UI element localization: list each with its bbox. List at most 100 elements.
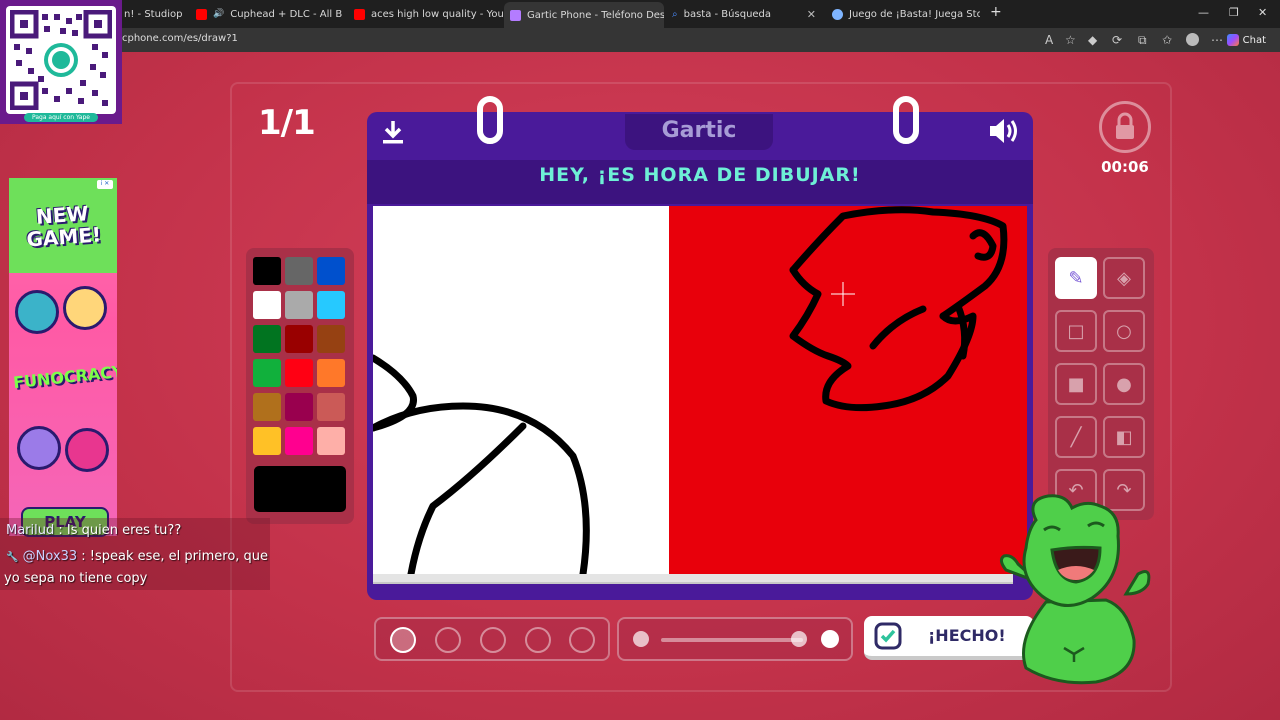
browser-tab-active[interactable]: Gartic Phone - Teléfono Descomp ✕	[504, 2, 664, 28]
color-swatch[interactable]	[317, 257, 345, 285]
browser-tabbar: n! - Studiopc ✕ 🔊 Cuphead + DLC - All Bo…	[0, 0, 1280, 28]
new-tab-icon[interactable]: +	[990, 4, 1002, 20]
tab-label: aces high low quality - YouTube	[371, 8, 503, 20]
chat-username: @Nox33	[22, 549, 78, 564]
circle-filled-icon[interactable]: ●	[1103, 363, 1145, 405]
red-fill-area	[669, 206, 1027, 574]
chat-text: Is quien eres tu??	[66, 523, 182, 538]
drawing-canvas[interactable]	[373, 206, 1027, 574]
frog-mascot	[999, 494, 1151, 685]
search-icon: ⌕	[672, 8, 678, 20]
chat-username: Marilud	[6, 523, 55, 538]
circle-outline-icon[interactable]: ○	[1103, 310, 1145, 352]
favorites-icon[interactable]: ✩	[1162, 33, 1172, 47]
ad-brand: FUNOCRACY	[12, 361, 117, 393]
chat-text: !speak ese, el primero, que	[89, 549, 269, 564]
split-screen-icon[interactable]: ⧉	[1138, 33, 1147, 48]
browser-tab[interactable]: n! - Studiopc ✕	[118, 4, 182, 24]
close-icon[interactable]: ✕	[807, 8, 816, 21]
opacity-handle[interactable]	[791, 631, 807, 647]
brush-size-2[interactable]	[435, 627, 461, 653]
color-palette	[246, 248, 354, 524]
url-field[interactable]: cphone.com/es/draw?1	[122, 33, 238, 44]
pencil-icon[interactable]: ✎	[1055, 257, 1097, 299]
speaker-icon[interactable]	[987, 116, 1021, 150]
browser-tab[interactable]: Juego de ¡Basta! Juega Stop, Tutti ✕	[826, 4, 980, 24]
color-swatch[interactable]	[253, 257, 281, 285]
browser-tab[interactable]: aces high low quality - YouTube ✕	[348, 4, 503, 24]
qr-overlay: Paga aquí con Yape	[0, 0, 122, 124]
gartic-logo: Gartic	[625, 114, 773, 150]
favorite-star-icon[interactable]: ☆	[1065, 33, 1076, 47]
color-swatch[interactable]	[253, 427, 281, 455]
line-icon[interactable]: ╱	[1055, 416, 1097, 458]
color-swatch[interactable]	[285, 393, 313, 421]
notebook-ring	[477, 96, 503, 144]
youtube-icon	[354, 8, 365, 20]
youtube-icon	[196, 8, 207, 20]
close-window-icon[interactable]: ✕	[1258, 6, 1267, 19]
copilot-chat-button[interactable]: Chat	[1221, 31, 1272, 49]
address-bar: cphone.com/es/draw?1 A ☆ ◆ ⟳ ⧉ ✩ ⋯ Chat	[0, 28, 1280, 52]
download-icon[interactable]	[379, 118, 407, 150]
color-swatch[interactable]	[317, 427, 345, 455]
color-swatch[interactable]	[285, 359, 313, 387]
brush-size-4[interactable]	[525, 627, 551, 653]
color-swatch[interactable]	[253, 325, 281, 353]
chat-message: Marilud : Is quien eres tu??	[6, 523, 182, 538]
color-swatch[interactable]	[285, 291, 313, 319]
qr-code	[10, 10, 112, 110]
rect-outline-icon[interactable]: □	[1055, 310, 1097, 352]
selected-color-preview	[254, 466, 346, 512]
tool-panel: ✎ ◈ □ ○ ■ ● ╱ ◧ ↶ ↷	[1048, 248, 1154, 520]
notebook-ring	[893, 96, 919, 144]
brush-size-5[interactable]	[569, 627, 595, 653]
color-swatch[interactable]	[317, 359, 345, 387]
angry-character-icon	[65, 428, 109, 472]
notebook-header: Gartic HEY, ¡ES HORA DE DIBUJAR!	[367, 96, 1033, 204]
speaker-icon: 🔊	[213, 9, 225, 19]
notebook-body	[367, 204, 1033, 600]
opacity-min-icon	[633, 631, 649, 647]
color-swatch[interactable]	[285, 257, 313, 285]
stream-chat-overlay: Marilud : Is quien eres tu?? 🔧 @Nox33 : …	[0, 518, 270, 590]
extension-icon[interactable]: ◆	[1088, 33, 1097, 47]
color-swatch[interactable]	[317, 291, 345, 319]
minimize-icon[interactable]: —	[1198, 6, 1209, 19]
color-swatch[interactable]	[253, 359, 281, 387]
refresh-extension-icon[interactable]: ⟳	[1112, 33, 1122, 47]
color-swatch[interactable]	[285, 325, 313, 353]
eraser-icon[interactable]: ◈	[1103, 257, 1145, 299]
tab-label: Juego de ¡Basta! Juega Stop, Tutti	[849, 8, 980, 20]
tab-label: Gartic Phone - Teléfono Descomp	[527, 9, 664, 21]
lock-icon	[1099, 101, 1151, 153]
profile-avatar[interactable]	[1186, 33, 1199, 46]
done-label: ¡HECHO!	[928, 626, 1006, 645]
fill-bucket-icon[interactable]: ◧	[1103, 416, 1145, 458]
bearded-character-icon	[17, 426, 61, 470]
restore-icon[interactable]: ❐	[1229, 6, 1239, 19]
chat-message-continuation: yo sepa no tiene copy	[4, 571, 148, 586]
brush-size-3[interactable]	[480, 627, 506, 653]
browser-tab[interactable]: 🔊 Cuphead + DLC - All Bosses S ✕	[190, 4, 342, 24]
draw-prompt: HEY, ¡ES HORA DE DIBUJAR!	[539, 164, 861, 186]
ad-banner[interactable]: i ✕ NEW GAME! FUNOCRACY	[9, 178, 117, 536]
color-swatch[interactable]	[285, 427, 313, 455]
color-swatch[interactable]	[253, 393, 281, 421]
color-swatch[interactable]	[317, 325, 345, 353]
rect-filled-icon[interactable]: ■	[1055, 363, 1097, 405]
opacity-max-icon	[821, 630, 839, 648]
ad-info-icon[interactable]: i ✕	[97, 180, 113, 189]
brush-size-1[interactable]	[390, 627, 416, 653]
gartic-icon	[510, 9, 521, 21]
browser-tab[interactable]: ⌕ basta - Búsqueda ✕	[666, 4, 822, 24]
opacity-slider	[617, 617, 853, 661]
blonde-character-icon	[63, 286, 107, 330]
color-swatch[interactable]	[253, 291, 281, 319]
read-aloud-icon[interactable]: A	[1045, 33, 1053, 47]
thumbs-up-character-icon	[15, 290, 59, 334]
opacity-track[interactable]	[661, 638, 803, 642]
chat-message: 🔧 @Nox33 : !speak ese, el primero, que	[6, 549, 269, 564]
color-swatch[interactable]	[317, 393, 345, 421]
brush-size-selector	[374, 617, 610, 661]
